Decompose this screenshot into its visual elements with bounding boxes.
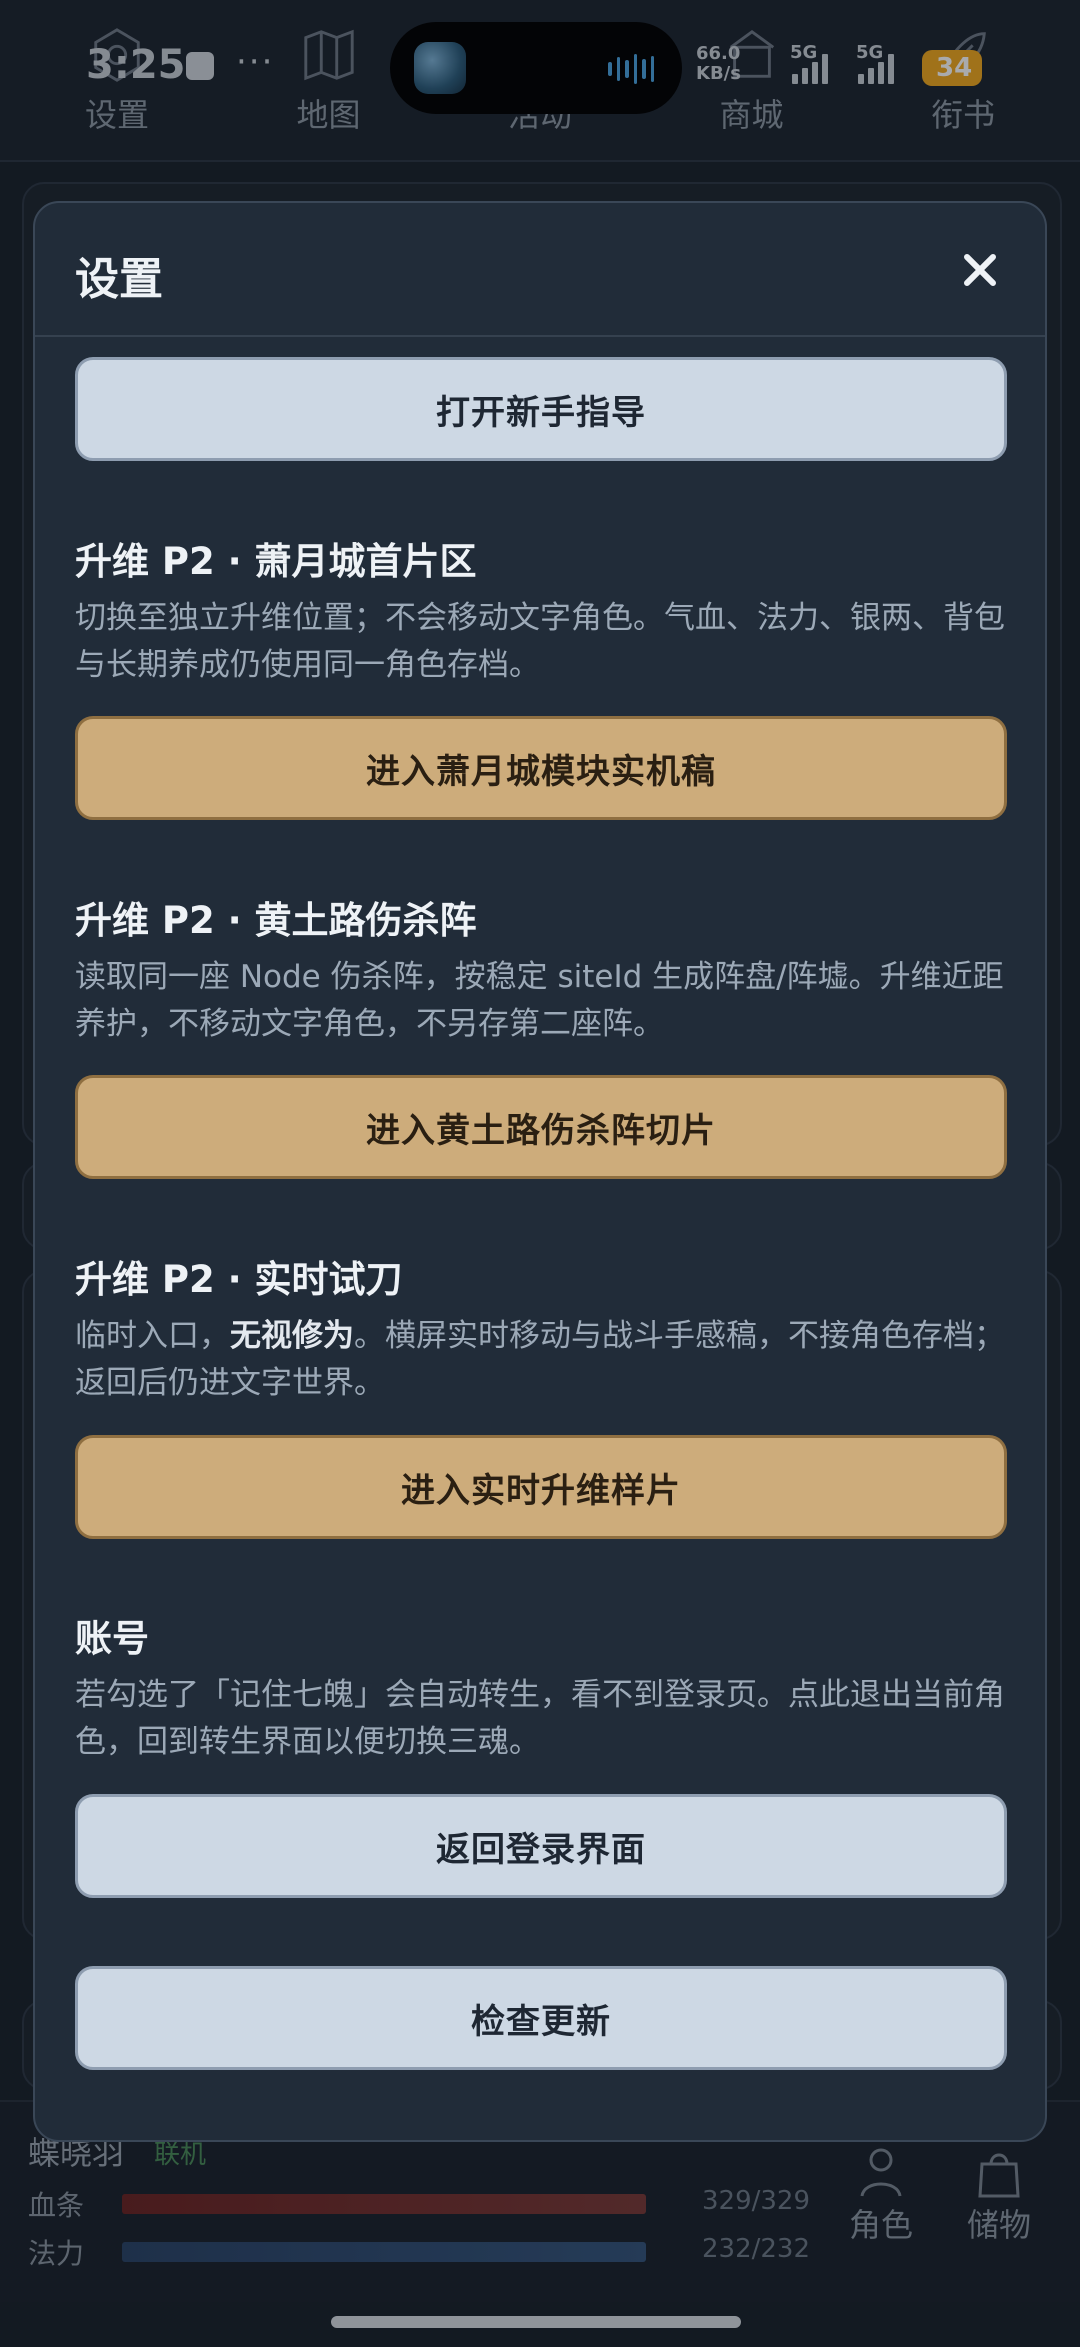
section-description: 切换至独立升维位置；不会移动文字角色。气血、法力、银两、背包与长期养成仍使用同一… [75, 600, 1005, 683]
section-title: 账号 [75, 1617, 149, 1660]
desc-prefix: 临时入口， [75, 1318, 230, 1354]
enter-xiaoyue-city-button[interactable]: 进入萧月城模块实机稿 [75, 716, 1007, 820]
dialog-header: 设置 [35, 203, 1045, 337]
section-title: 升维 P2 · 黄土路伤杀阵 [75, 899, 477, 942]
section-description: 若勾选了「记住七魄」会自动转生，看不到登录页。点此退出当前角色，回到转生界面以便… [75, 1677, 1005, 1760]
section-title: 升维 P2 · 萧月城首片区 [75, 540, 477, 583]
section-description: 读取同一座 Node 伤杀阵，按稳定 siteId 生成阵盘/阵墟。升维近距养护… [75, 959, 1004, 1042]
check-update-button[interactable]: 检查更新 [75, 1966, 1007, 2070]
tutorial-button[interactable]: 打开新手指导 [75, 357, 1007, 461]
close-button[interactable] [955, 245, 1005, 295]
return-to-login-button[interactable]: 返回登录界面 [75, 1794, 1007, 1898]
desc-emphasis: 无视修为 [230, 1318, 354, 1354]
dialog-title: 设置 [75, 254, 163, 305]
section-description: 临时入口，无视修为。横屏实时移动与战斗手感稿，不接角色存档；返回后仍进文字世界。 [75, 1313, 1015, 1407]
close-icon [964, 254, 996, 286]
enter-loess-road-button[interactable]: 进入黄土路伤杀阵切片 [75, 1075, 1007, 1179]
settings-dialog: 设置 打开新手指导 升维 P2 · 萧月城首片区 切换至独立升维位置；不会移动文… [33, 201, 1047, 2142]
enter-realtime-sample-button[interactable]: 进入实时升维样片 [75, 1435, 1007, 1539]
section-title: 升维 P2 · 实时试刀 [75, 1258, 403, 1301]
